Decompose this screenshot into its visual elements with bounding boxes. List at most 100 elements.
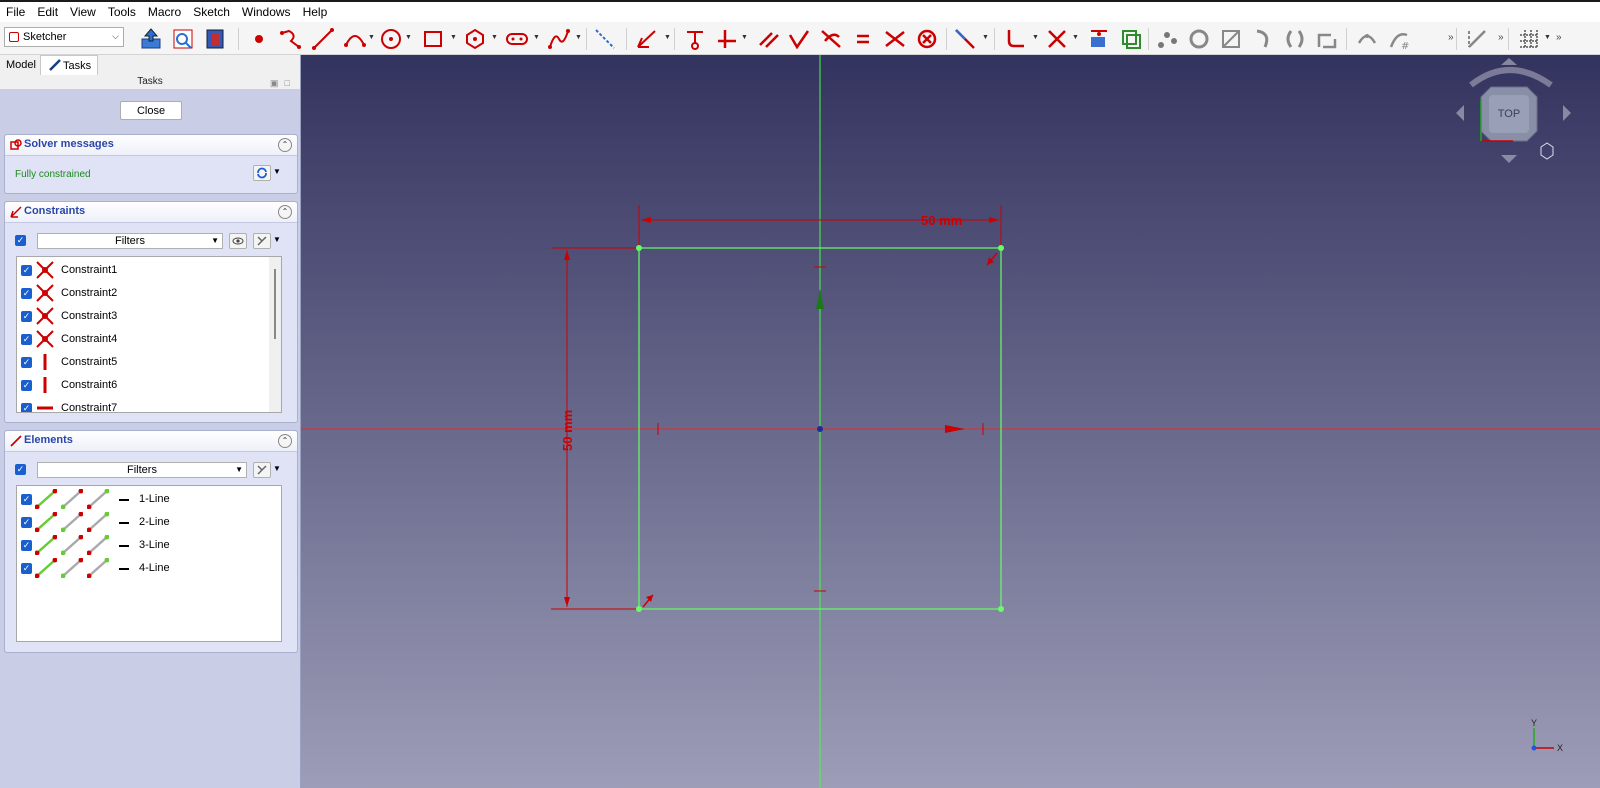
constraint-settings-button[interactable] [253,233,271,249]
menu-edit[interactable]: Edit [31,2,64,22]
vertex-point[interactable] [636,606,642,612]
dimension-tool-button[interactable] [634,26,660,52]
navigation-cube[interactable]: TOP [1456,58,1571,163]
vertex-point[interactable] [636,245,642,251]
external-geometry-button[interactable] [1086,26,1112,52]
polyline-tool-button[interactable] [278,26,304,52]
vertical-dimension-label[interactable]: 50 mm [560,410,575,451]
start-point-icon[interactable] [60,488,84,512]
end-point-icon[interactable] [86,511,110,535]
end-point-icon[interactable] [86,534,110,558]
constraint-row[interactable]: ✓ Constraint4 [17,328,281,351]
element-settings-dropdown-icon[interactable]: ▼ [273,464,281,473]
end-point-icon[interactable] [86,557,110,581]
trim-tool-button[interactable] [1044,26,1070,52]
element-row[interactable]: ✓ 4-Line [17,557,281,580]
settings-dropdown-icon[interactable]: ▼ [273,235,281,244]
toolbar-overflow-icon[interactable]: » [1448,32,1454,43]
constraint-checkbox[interactable]: ✓ [21,311,32,322]
solver-messages-header[interactable]: Solver messages ⌃ [5,135,297,156]
circle-dropdown-icon[interactable]: ▼ [405,34,412,41]
element-row[interactable]: ✓ 2-Line [17,511,281,534]
constraint-checkbox[interactable]: ✓ [21,357,32,368]
view-sketch-button[interactable] [170,26,196,52]
constraints-header[interactable]: Constraints ⌃ [5,202,297,223]
constraints-filter-checkbox[interactable]: ✓ [15,235,26,246]
slot-dropdown-icon[interactable]: ▼ [533,34,540,41]
edge-icon[interactable] [34,488,58,512]
menu-help[interactable]: Help [297,2,334,22]
fillet-tool-button[interactable] [1002,26,1028,52]
rectangle-dropdown-icon[interactable]: ▼ [450,34,457,41]
bspline-dropdown-icon[interactable]: ▼ [575,34,582,41]
collapse-icon[interactable]: ⌃ [278,138,292,152]
point-tool-button[interactable] [246,26,272,52]
horizontal-dimension-label[interactable]: 50 mm [921,213,962,228]
knot-tool-button[interactable]: # [1386,26,1412,52]
fillet-dropdown-icon[interactable]: ▼ [1032,34,1039,41]
menu-file[interactable]: File [0,2,31,22]
toggle-driving-button[interactable] [952,26,978,52]
view-menu-cube-icon[interactable] [1540,142,1554,160]
workbench-selector[interactable]: Sketcher ⌵ [4,27,124,47]
constraint-row[interactable]: ✓ Constraint6 [17,374,281,397]
toolbar-overflow-icon[interactable]: » [1498,32,1504,43]
virtual-space-button[interactable] [1464,26,1490,52]
rectangle-tool-button[interactable] [420,26,446,52]
edge-icon[interactable] [34,557,58,581]
convert-bspline-button[interactable] [1354,26,1380,52]
circle-tool-button[interactable] [378,26,404,52]
refresh-dropdown-icon[interactable]: ▼ [273,167,281,176]
element-checkbox[interactable]: ✓ [21,494,32,505]
constraint-row[interactable]: ✓ Constraint1 [17,259,281,282]
driving-dropdown-icon[interactable]: ▼ [982,34,989,41]
dimension-dropdown-icon[interactable]: ▼ [664,34,671,41]
constraint-row[interactable]: ✓ Constraint5 [17,351,281,374]
orbit-left-arrow[interactable] [1456,105,1464,121]
view-section-button[interactable] [202,26,228,52]
constrain-parallel-button[interactable] [756,26,782,52]
constrain-point-on-object-button[interactable] [682,26,708,52]
select-redundant-button[interactable] [1186,26,1212,52]
constrain-block-button[interactable] [914,26,940,52]
toggle-visibility-button[interactable] [229,233,247,249]
slot-tool-button[interactable] [504,26,530,52]
symmetry-tool-button[interactable] [1250,26,1276,52]
end-point-icon[interactable] [86,488,110,512]
3d-viewport[interactable]: 50 mm 50 mm TOP Y X [301,55,1600,788]
rectangular-array-button[interactable] [1314,26,1340,52]
scroll-thumb[interactable] [274,269,276,339]
line-tool-button[interactable] [310,26,336,52]
arc-tool-button[interactable] [342,26,368,52]
sketch-canvas[interactable]: 50 mm 50 mm TOP Y X [301,55,1600,788]
element-checkbox[interactable]: ✓ [21,563,32,574]
polygon-dropdown-icon[interactable]: ▼ [491,34,498,41]
elements-filter-checkbox[interactable]: ✓ [15,464,26,475]
vertex-point[interactable] [998,245,1004,251]
toolbar-overflow-icon[interactable]: » [1556,32,1562,43]
edge-icon[interactable] [34,511,58,535]
elements-filter-select[interactable]: Filters ▼ [37,462,247,478]
vertex-point[interactable] [998,606,1004,612]
close-button[interactable]: Close [120,101,182,120]
polygon-tool-button[interactable] [462,26,488,52]
grid-dropdown-icon[interactable]: ▼ [1544,34,1551,41]
orbit-right-arrow[interactable] [1563,105,1571,121]
start-point-icon[interactable] [60,511,84,535]
constraints-filter-select[interactable]: Filters ▼ [37,233,223,249]
menu-sketch[interactable]: Sketch [187,2,236,22]
hv-dropdown-icon[interactable]: ▼ [741,34,748,41]
element-row[interactable]: ✓ 3-Line [17,534,281,557]
menu-windows[interactable]: Windows [236,2,297,22]
orbit-up-arrow[interactable] [1501,58,1517,65]
menu-macro[interactable]: Macro [142,2,187,22]
element-checkbox[interactable]: ✓ [21,517,32,528]
constrain-symmetric-button[interactable] [882,26,908,52]
constraint-checkbox[interactable]: ✓ [21,403,32,412]
constrain-horizontal-vertical-button[interactable] [714,26,740,52]
start-point-icon[interactable] [60,534,84,558]
element-row[interactable]: ✓ 1-Line [17,488,281,511]
constrain-equal-button[interactable] [850,26,876,52]
select-origin-button[interactable] [1154,26,1180,52]
origin-point[interactable] [817,426,823,432]
